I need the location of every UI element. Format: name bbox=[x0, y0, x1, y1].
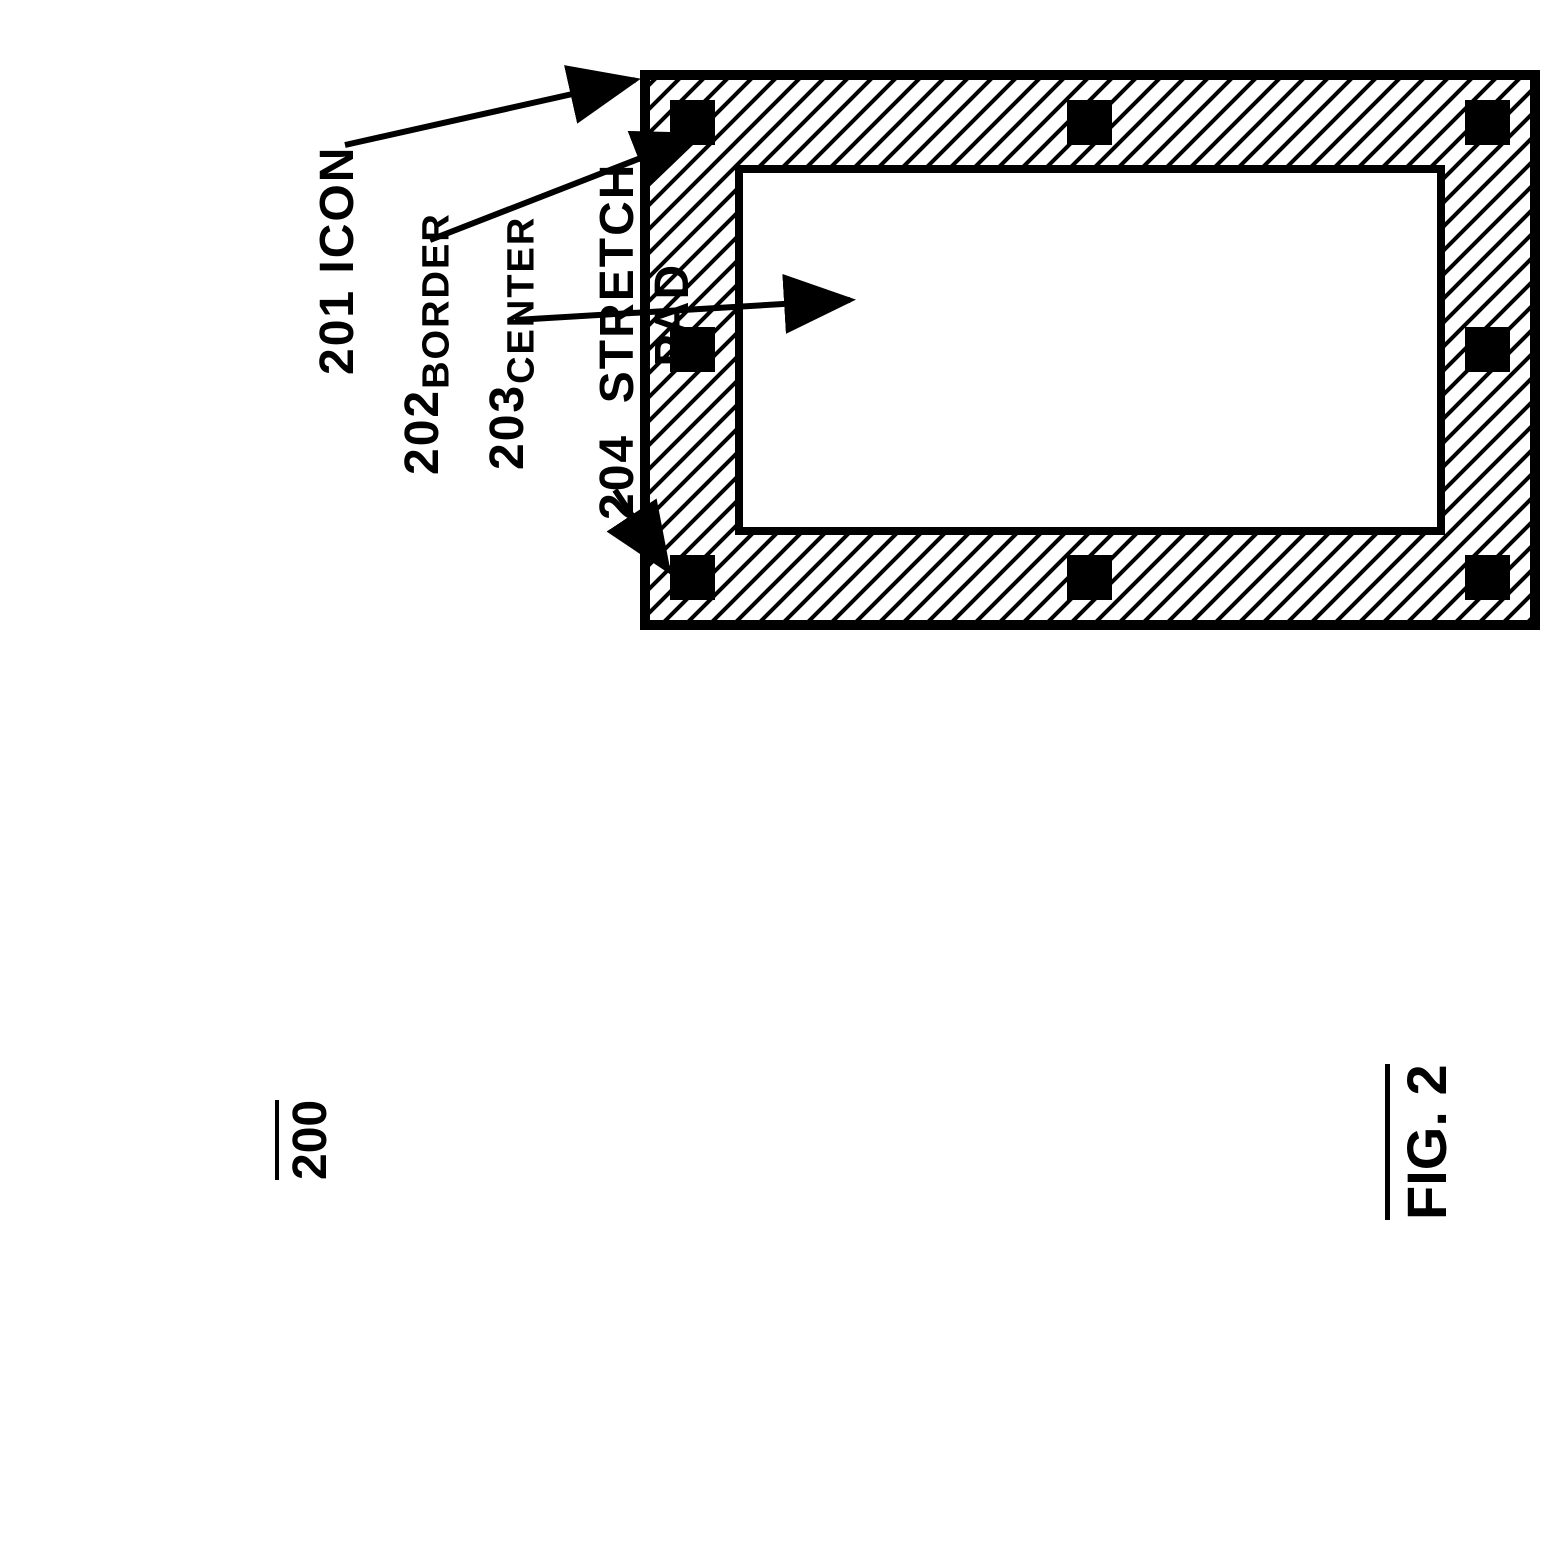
stretch-pad-mid-right bbox=[1465, 327, 1510, 372]
stretch-pad-mid-left bbox=[670, 327, 715, 372]
stretch-pad-bottom-right bbox=[1465, 555, 1510, 600]
label-center-text: 203 bbox=[481, 384, 534, 470]
label-icon: 201 ICON bbox=[310, 146, 365, 375]
label-center: 203CENTER bbox=[480, 216, 544, 470]
label-border-text: 202 bbox=[396, 389, 449, 475]
label-ref-200: 200 bbox=[275, 1100, 338, 1180]
label-border: 202BORDER bbox=[395, 212, 459, 475]
icon-diagram bbox=[640, 70, 1540, 630]
center-rect bbox=[735, 165, 1445, 535]
label-stretch-pad-ref: 204 bbox=[591, 434, 644, 520]
stretch-pad-top-right bbox=[1465, 100, 1510, 145]
stretch-pad-top-mid bbox=[1067, 100, 1112, 145]
figure-label: FIG. 2 bbox=[1385, 1064, 1459, 1220]
stretch-pad-bottom-mid bbox=[1067, 555, 1112, 600]
stretch-pad-bottom-left bbox=[670, 555, 715, 600]
stretch-pad-top-left bbox=[670, 100, 715, 145]
